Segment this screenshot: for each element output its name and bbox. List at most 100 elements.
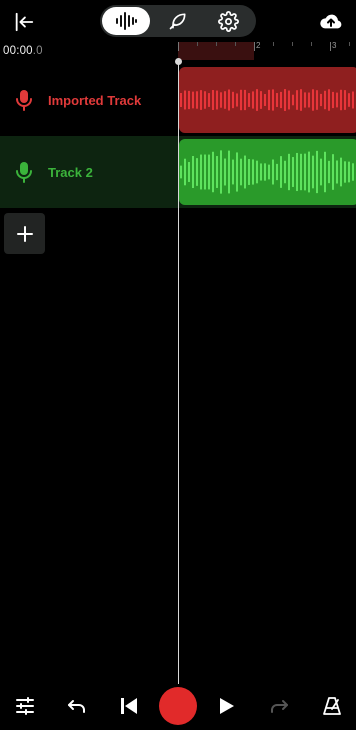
waveform-bar: [312, 89, 314, 111]
waveform-bar: [180, 165, 182, 179]
waveform-bar: [232, 91, 234, 109]
waveform-bar: [284, 160, 286, 184]
waveform-bar: [224, 91, 226, 109]
waveform-bar: [320, 158, 322, 186]
waveform-bar: [252, 91, 254, 109]
metronome-button[interactable]: [317, 692, 347, 720]
record-arm-button[interactable]: [0, 136, 48, 208]
waveform-bar: [300, 153, 302, 191]
waveform-bar: [216, 156, 218, 188]
ruler-minor-tick: [197, 42, 198, 46]
waveform-bar: [260, 163, 262, 181]
feather-icon: [169, 13, 186, 30]
waveform: [180, 89, 354, 111]
waveform-bar: [212, 90, 214, 110]
waveform-bar: [340, 157, 342, 187]
timeline-ruler[interactable]: 2 3: [178, 40, 356, 64]
waveform-bar: [264, 94, 266, 106]
waveform-bar: [188, 90, 190, 110]
ruler-label: 3: [332, 41, 337, 50]
skip-to-start-button[interactable]: [114, 692, 144, 720]
time-readout: 00:00.0: [3, 45, 43, 57]
waveform-bar: [300, 89, 302, 111]
track-name[interactable]: Imported Track: [48, 93, 141, 108]
waveform-bar: [204, 91, 206, 109]
waveform-bar: [328, 89, 330, 111]
audio-clip[interactable]: [179, 139, 356, 205]
waveform-bar: [316, 150, 318, 194]
waveform-bar: [348, 161, 350, 183]
exit-button[interactable]: [10, 8, 38, 36]
waveform-bar: [192, 155, 194, 189]
waveform-bar: [192, 91, 194, 109]
playhead-handle[interactable]: [175, 58, 182, 65]
waveform-bar: [324, 151, 326, 193]
cloud-upload-icon: [320, 14, 342, 29]
waveform-bar: [328, 160, 330, 184]
waveform-bar: [264, 163, 266, 181]
playhead[interactable]: [178, 62, 179, 684]
top-bar: [0, 0, 356, 42]
mixer-button[interactable]: [10, 692, 40, 720]
waveform-bar: [288, 90, 290, 110]
track-header[interactable]: Track 2: [0, 136, 178, 208]
ruler-minor-tick: [273, 42, 274, 46]
waveform-bar: [280, 91, 282, 109]
record-arm-button[interactable]: [0, 64, 48, 136]
exit-icon: [15, 12, 34, 32]
ruler-minor-tick: [311, 42, 312, 46]
waveform-bar: [276, 93, 278, 107]
redo-button[interactable]: [264, 692, 294, 720]
waveform-bar: [348, 93, 350, 107]
upload-button[interactable]: [316, 8, 346, 36]
track-name[interactable]: Track 2: [48, 165, 93, 180]
ruler-minor-tick: [292, 42, 293, 46]
add-track-button[interactable]: [4, 213, 45, 254]
tab-settings[interactable]: [204, 7, 252, 35]
waveform-bar: [188, 162, 190, 182]
waveform-bar: [224, 158, 226, 186]
waveform-bar: [284, 89, 286, 111]
tab-waveform[interactable]: [102, 7, 150, 35]
waveform-bar: [184, 158, 186, 186]
record-button[interactable]: [159, 687, 197, 725]
waveform-bar: [200, 90, 202, 110]
waveform-bar: [208, 93, 210, 107]
microphone-icon: [16, 162, 32, 183]
waveform-bar: [236, 93, 238, 107]
waveform-icon: [116, 12, 137, 30]
waveform-bar: [240, 158, 242, 186]
waveform-bar: [184, 90, 186, 110]
sliders-icon: [16, 697, 34, 715]
waveform-bar: [256, 160, 258, 184]
waveform-bar: [204, 154, 206, 190]
undo-button[interactable]: [62, 692, 92, 720]
waveform-bar: [268, 164, 270, 180]
waveform-bar: [336, 160, 338, 184]
waveform-bar: [244, 89, 246, 111]
gear-icon: [217, 10, 239, 32]
waveform-bar: [296, 90, 298, 110]
waveform-bar: [232, 159, 234, 185]
waveform-bar: [252, 159, 254, 185]
redo-icon: [271, 700, 288, 713]
ruler-tick: [254, 42, 255, 51]
ruler-minor-tick: [216, 42, 217, 46]
waveform-bar: [288, 153, 290, 191]
track-header[interactable]: Imported Track: [0, 64, 178, 136]
waveform-bar: [308, 92, 310, 108]
waveform-bar: [196, 91, 198, 109]
audio-clip[interactable]: [179, 67, 356, 133]
play-icon: [220, 698, 234, 714]
transport-bar: [0, 682, 356, 730]
waveform-bar: [304, 153, 306, 191]
metronome-icon: [323, 697, 341, 715]
tab-effects[interactable]: [154, 7, 202, 35]
play-button[interactable]: [212, 692, 242, 720]
waveform: [180, 150, 354, 194]
waveform-bar: [308, 151, 310, 193]
waveform-bar: [316, 90, 318, 110]
waveform-bar: [212, 151, 214, 193]
waveform-bar: [292, 94, 294, 106]
waveform-bar: [320, 93, 322, 107]
